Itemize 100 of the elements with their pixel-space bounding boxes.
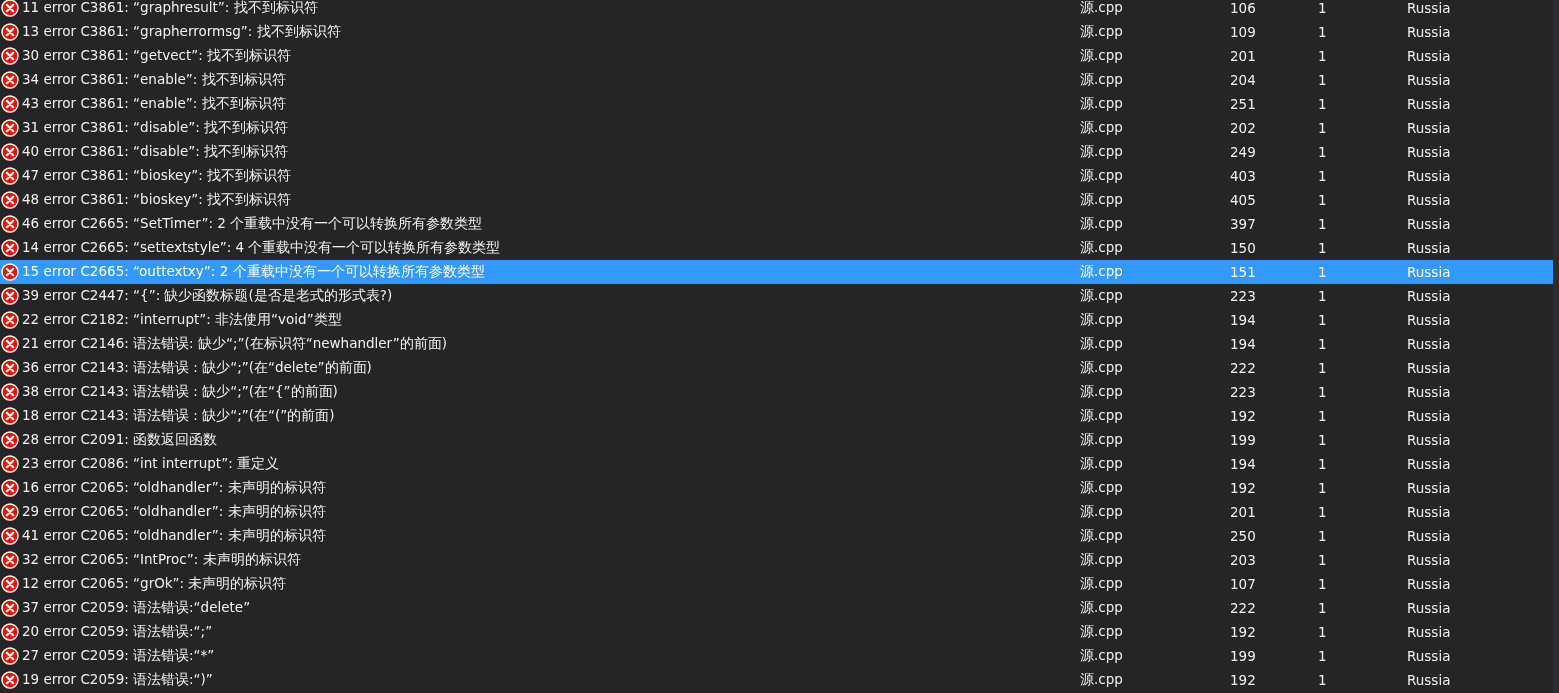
error-row[interactable]: 21 error C2146: 语法错误: 缺少“;”(在标识符“newhandler”的前面) 源.cpp 194 1 Russia — [0, 332, 1553, 356]
error-row[interactable]: 12 error C2065: “grOk”: 未声明的标识符 源.cpp 107 1 Russia — [0, 572, 1553, 596]
line-number: 194 — [1230, 456, 1257, 472]
error-row[interactable]: 23 error C2086: “int interrupt”: 重定义 源.cpp 194 1 Russia — [0, 452, 1553, 476]
error-row[interactable]: 40 error C3861: “disable”: 找不到标识符 源.cpp 249 1 Russia — [0, 140, 1553, 164]
error-message: 23 error C2086: “int interrupt”: 重定义 — [22, 455, 280, 473]
error-row[interactable]: 11 error C3861: “graphresult”: 找不到标识符 源.cpp 106 1 Russia — [0, 0, 1553, 20]
error-icon — [1, 95, 19, 113]
file-name: 源.cpp — [1080, 47, 1124, 65]
project-name: Russia — [1407, 600, 1451, 616]
column-number: 1 — [1318, 288, 1328, 304]
error-row[interactable]: 32 error C2065: “IntProc”: 未声明的标识符 源.cpp 203 1 Russia — [0, 548, 1553, 572]
error-message: 34 error C3861: “enable”: 找不到标识符 — [22, 71, 287, 89]
error-row[interactable]: 34 error C3861: “enable”: 找不到标识符 源.cpp 204 1 Russia — [0, 68, 1553, 92]
error-message: 22 error C2182: “interrupt”: 非法使用“void”类型 — [22, 311, 343, 329]
error-row[interactable]: 16 error C2065: “oldhandler”: 未声明的标识符 源.cpp 192 1 Russia — [0, 476, 1553, 500]
file-name: 源.cpp — [1080, 95, 1124, 113]
line-number: 109 — [1230, 24, 1257, 40]
file-name: 源.cpp — [1080, 191, 1124, 209]
line-number: 199 — [1230, 648, 1257, 664]
error-message: 18 error C2143: 语法错误 : 缺少“;”(在“(”的前面) — [22, 407, 336, 425]
error-icon — [1, 215, 19, 233]
error-icon — [1, 455, 19, 473]
error-icon — [1, 143, 19, 161]
line-number: 201 — [1230, 48, 1257, 64]
error-row[interactable]: 13 error C3861: “grapherrormsg”: 找不到标识符 源.cpp 109 1 Russia — [0, 20, 1553, 44]
file-name: 源.cpp — [1080, 455, 1124, 473]
error-row[interactable]: 39 error C2447: “{”: 缺少函数标题(是否是老式的形式表?) 源.cpp 223 1 Russia — [0, 284, 1553, 308]
error-icon — [1, 47, 19, 65]
line-number: 403 — [1230, 168, 1257, 184]
error-row[interactable]: 31 error C3861: “disable”: 找不到标识符 源.cpp 202 1 Russia — [0, 116, 1553, 140]
column-number: 1 — [1318, 504, 1328, 520]
project-name: Russia — [1407, 144, 1451, 160]
error-row[interactable]: 47 error C3861: “bioskey”: 找不到标识符 源.cpp 403 1 Russia — [0, 164, 1553, 188]
file-name: 源.cpp — [1080, 575, 1124, 593]
file-name: 源.cpp — [1080, 503, 1124, 521]
error-icon — [1, 479, 19, 497]
error-icon — [1, 311, 19, 329]
project-name: Russia — [1407, 288, 1451, 304]
error-row[interactable]: 38 error C2143: 语法错误 : 缺少“;”(在“{”的前面) 源.cpp 223 1 Russia — [0, 380, 1553, 404]
error-icon — [1, 0, 19, 17]
error-message: 19 error C2059: 语法错误:“)” — [22, 671, 214, 689]
column-number: 1 — [1318, 360, 1328, 376]
error-row[interactable]: 43 error C3861: “enable”: 找不到标识符 源.cpp 251 1 Russia — [0, 92, 1553, 116]
project-name: Russia — [1407, 432, 1451, 448]
error-icon — [1, 23, 19, 41]
file-name: 源.cpp — [1080, 599, 1124, 617]
error-icon — [1, 527, 19, 545]
file-name: 源.cpp — [1080, 71, 1124, 89]
error-row[interactable]: 19 error C2059: 语法错误:“)” 源.cpp 192 1 Russia — [0, 668, 1553, 692]
error-message: 11 error C3861: “graphresult”: 找不到标识符 — [22, 0, 319, 17]
project-name: Russia — [1407, 456, 1451, 472]
column-number: 1 — [1318, 240, 1328, 256]
file-name: 源.cpp — [1080, 167, 1124, 185]
column-number: 1 — [1318, 216, 1328, 232]
error-message: 14 error C2665: “settextstyle”: 4 个重载中没有一个可以转换所有参数类型 — [22, 239, 502, 257]
file-name: 源.cpp — [1080, 311, 1124, 329]
error-icon — [1, 647, 19, 665]
project-name: Russia — [1407, 480, 1451, 496]
error-row[interactable]: 20 error C2059: 语法错误:“;” 源.cpp 192 1 Russia — [0, 620, 1553, 644]
error-row[interactable]: 48 error C3861: “bioskey”: 找不到标识符 源.cpp 405 1 Russia — [0, 188, 1553, 212]
file-name: 源.cpp — [1080, 287, 1124, 305]
error-row[interactable]: 36 error C2143: 语法错误 : 缺少“;”(在“delete”的前面) 源.cpp 222 1 Russia — [0, 356, 1553, 380]
error-message: 21 error C2146: 语法错误: 缺少“;”(在标识符“newhandler”的前面) — [22, 335, 448, 353]
error-message: 39 error C2447: “{”: 缺少函数标题(是否是老式的形式表?) — [22, 287, 394, 305]
column-number: 1 — [1318, 384, 1328, 400]
error-row[interactable]: 27 error C2059: 语法错误:“*” 源.cpp 199 1 Russia — [0, 644, 1553, 668]
error-row[interactable]: 30 error C3861: “getvect”: 找不到标识符 源.cpp 201 1 Russia — [0, 44, 1553, 68]
error-row[interactable]: 41 error C2065: “oldhandler”: 未声明的标识符 源.cpp 250 1 Russia — [0, 524, 1553, 548]
project-name: Russia — [1407, 408, 1451, 424]
error-icon — [1, 503, 19, 521]
column-number: 1 — [1318, 48, 1328, 64]
line-number: 192 — [1230, 480, 1257, 496]
error-message: 40 error C3861: “disable”: 找不到标识符 — [22, 143, 290, 161]
error-row[interactable]: 28 error C2091: 函数返回函数 源.cpp 199 1 Russia — [0, 428, 1553, 452]
project-name: Russia — [1407, 528, 1451, 544]
error-row[interactable]: 22 error C2182: “interrupt”: 非法使用“void”类型 源.cpp 194 1 Russia — [0, 308, 1553, 332]
project-name: Russia — [1407, 264, 1451, 280]
project-name: Russia — [1407, 624, 1451, 640]
error-message: 43 error C3861: “enable”: 找不到标识符 — [22, 95, 287, 113]
column-number: 1 — [1318, 528, 1328, 544]
error-icon — [1, 551, 19, 569]
line-number: 199 — [1230, 432, 1257, 448]
line-number: 201 — [1230, 504, 1257, 520]
error-row[interactable]: 46 error C2665: “SetTimer”: 2 个重载中没有一个可以转换所有参数类型 源.cpp 397 1 Russia — [0, 212, 1553, 236]
line-number: 250 — [1230, 528, 1257, 544]
file-name: 源.cpp — [1080, 119, 1124, 137]
line-number: 202 — [1230, 120, 1257, 136]
error-row[interactable]: 18 error C2143: 语法错误 : 缺少“;”(在“(”的前面) 源.cpp 192 1 Russia — [0, 404, 1553, 428]
error-message: 31 error C3861: “disable”: 找不到标识符 — [22, 119, 290, 137]
error-row[interactable]: 37 error C2059: 语法错误:“delete” 源.cpp 222 1 Russia — [0, 596, 1553, 620]
error-icon — [1, 239, 19, 257]
file-name: 源.cpp — [1080, 143, 1124, 161]
error-icon — [1, 335, 19, 353]
error-message: 28 error C2091: 函数返回函数 — [22, 431, 219, 449]
error-row[interactable]: 14 error C2665: “settextstyle”: 4 个重载中没有一个可以转换所有参数类型 源.cpp 150 1 Russia — [0, 236, 1553, 260]
file-name: 源.cpp — [1080, 551, 1124, 569]
error-message: 36 error C2143: 语法错误 : 缺少“;”(在“delete”的前面) — [22, 359, 373, 377]
error-row[interactable]: 29 error C2065: “oldhandler”: 未声明的标识符 源.cpp 201 1 Russia — [0, 500, 1553, 524]
error-message: 27 error C2059: 语法错误:“*” — [22, 647, 216, 665]
